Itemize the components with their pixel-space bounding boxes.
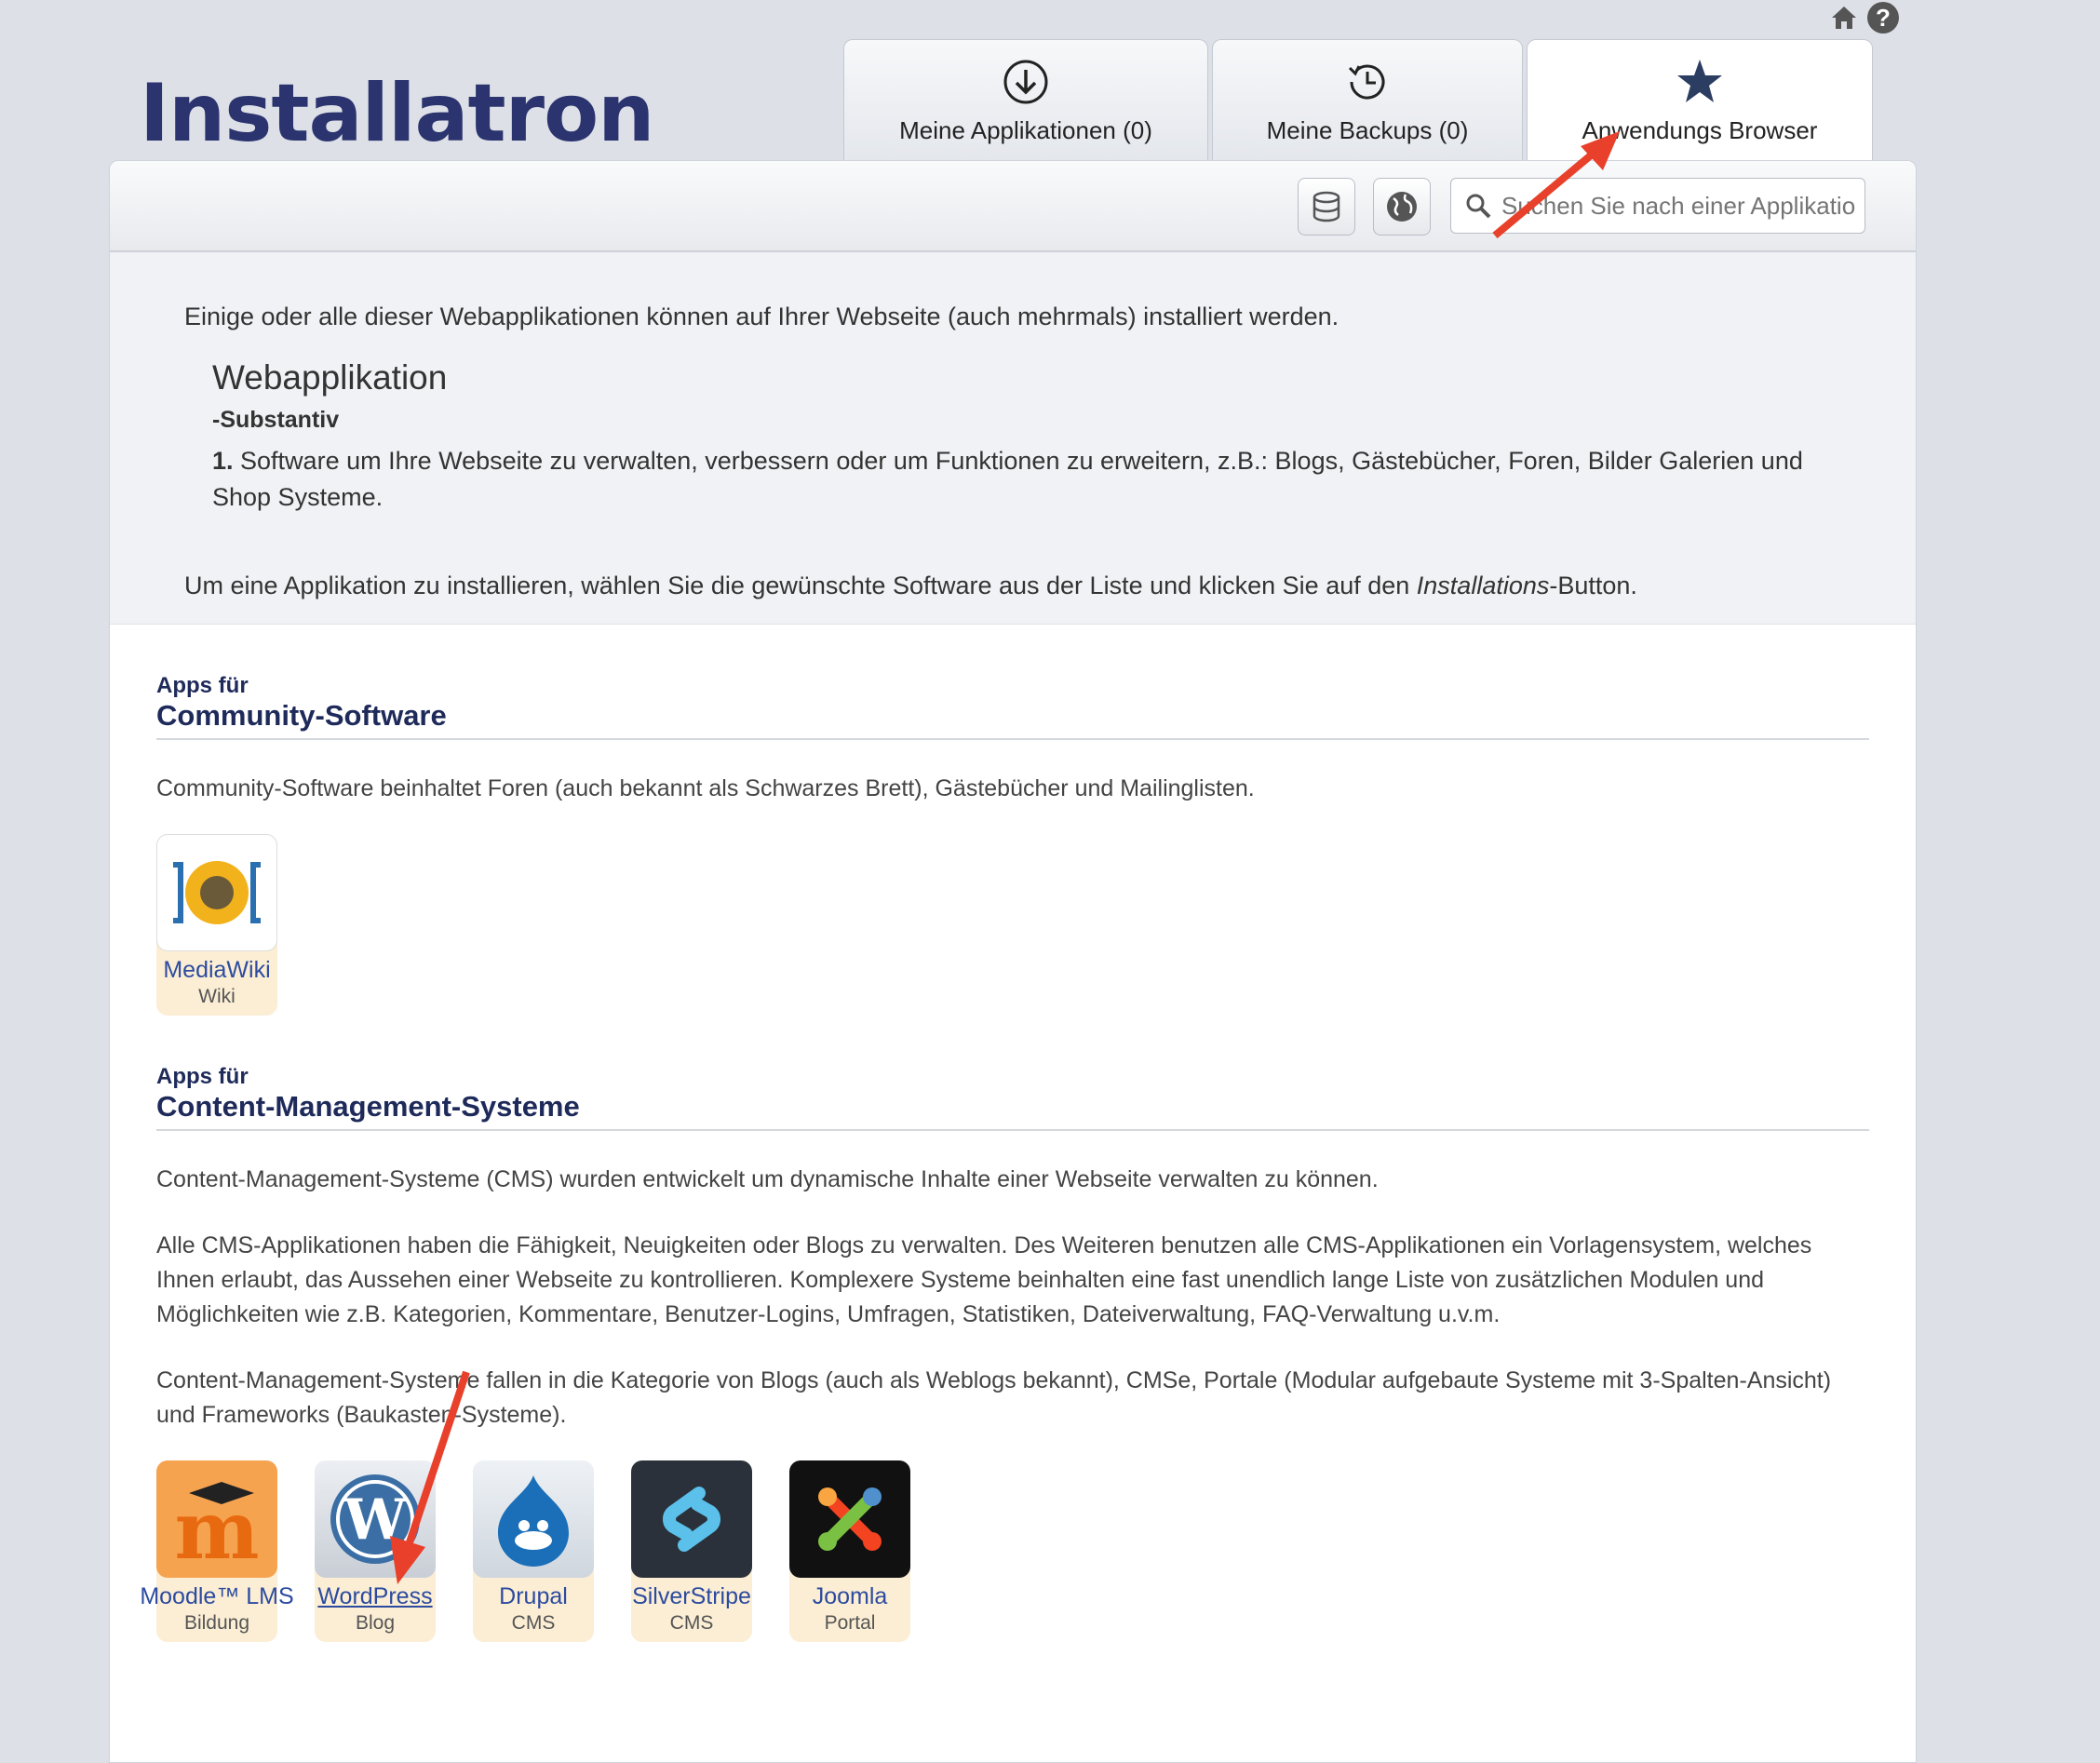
installatron-logo: Installatron bbox=[140, 67, 654, 160]
main-panel: Einige oder alle dieser Webapplikationen… bbox=[109, 160, 1917, 1763]
community-section: Apps für Community-Software Community-So… bbox=[140, 673, 1869, 1642]
definition-meaning: 1. Software um Ihre Webseite zu verwalte… bbox=[212, 443, 1841, 516]
app-mediawiki[interactable]: MediaWiki Wiki bbox=[156, 834, 277, 1016]
section-prefix: Apps für bbox=[156, 1064, 249, 1089]
database-filter-button[interactable] bbox=[1298, 178, 1355, 236]
app-category: CMS bbox=[511, 1612, 556, 1634]
app-drupal[interactable]: Drupal CMS bbox=[473, 1460, 594, 1642]
silverstripe-icon bbox=[631, 1460, 752, 1578]
globe-icon bbox=[1387, 192, 1417, 222]
section-description: Content-Management-Systeme fallen in die… bbox=[156, 1367, 1832, 1428]
section-header: Apps für Content-Management-Systeme bbox=[156, 1064, 1869, 1131]
app-list: MediaWiki Wiki bbox=[156, 834, 1869, 1016]
app-name[interactable]: Joomla bbox=[813, 1583, 888, 1610]
home-icon[interactable] bbox=[1828, 2, 1860, 34]
definition-number: 1. bbox=[212, 447, 234, 475]
globe-filter-button[interactable] bbox=[1373, 178, 1431, 236]
tab-label: Meine Applikationen (0) bbox=[899, 116, 1152, 144]
app-category: Bildung bbox=[183, 1612, 250, 1634]
section-description: Community-Software beinhaltet Foren (auc… bbox=[156, 775, 1255, 801]
moodle-icon: m bbox=[156, 1460, 277, 1578]
app-name[interactable]: SilverStripe bbox=[632, 1583, 751, 1610]
main-tabs: Meine Applikationen (0) Meine Backups (0… bbox=[843, 39, 1877, 160]
tab-label: Meine Backups (0) bbox=[1266, 116, 1469, 144]
definition: Webapplikation -Substantiv 1. Software u… bbox=[212, 358, 1841, 516]
install-instructions: Um eine Applikation zu installieren, wäh… bbox=[184, 568, 1841, 603]
app-moodle[interactable]: m Moodle™ LMS Bildung bbox=[140, 1460, 294, 1642]
joomla-icon bbox=[789, 1460, 910, 1578]
section-prefix: Apps für bbox=[156, 673, 249, 698]
section-description: Alle CMS-Applikationen haben die Fähigke… bbox=[156, 1232, 1812, 1327]
section-title: Community-Software bbox=[156, 699, 1869, 740]
wordpress-icon: W bbox=[315, 1460, 436, 1578]
definition-word: Webapplikation bbox=[212, 358, 448, 397]
search-box[interactable] bbox=[1450, 178, 1865, 234]
app-category: Wiki bbox=[198, 986, 236, 1007]
search-icon bbox=[1466, 194, 1491, 219]
svg-text:W: W bbox=[343, 1487, 408, 1553]
top-icons: ? bbox=[1828, 2, 1899, 34]
app-category: Portal bbox=[824, 1612, 876, 1634]
app-joomla[interactable]: Joomla Portal bbox=[789, 1460, 910, 1642]
app-list: m Moodle™ LMS Bildung W WordPress Blog D… bbox=[140, 1460, 1869, 1642]
app-category: Blog bbox=[355, 1612, 396, 1634]
help-icon[interactable]: ? bbox=[1867, 2, 1899, 34]
svg-text:m: m bbox=[175, 1484, 260, 1566]
app-name[interactable]: Drupal bbox=[499, 1583, 568, 1610]
database-icon bbox=[1312, 191, 1340, 222]
definition-pos: -Substantiv bbox=[212, 407, 340, 433]
intro-text: Einige oder alle dieser Webapplikationen… bbox=[184, 303, 1339, 330]
star-icon bbox=[1677, 60, 1722, 102]
download-icon bbox=[1003, 60, 1048, 104]
intro-section: Einige oder alle dieser Webapplikationen… bbox=[110, 252, 1916, 625]
toolbar bbox=[110, 161, 1916, 252]
section-description: Content-Management-Systeme (CMS) wurden … bbox=[156, 1166, 1379, 1192]
app-wordpress[interactable]: W WordPress Blog bbox=[315, 1460, 436, 1642]
instructions-text-end: -Button. bbox=[1549, 572, 1637, 599]
app-category: CMS bbox=[669, 1612, 714, 1634]
app-name[interactable]: Moodle™ LMS bbox=[140, 1583, 293, 1610]
tab-application-browser[interactable]: Anwendungs Browser bbox=[1527, 39, 1873, 160]
section-header: Apps für Community-Software bbox=[156, 673, 1869, 740]
search-input[interactable] bbox=[1500, 190, 1857, 222]
history-icon bbox=[1348, 64, 1385, 100]
tab-my-applications[interactable]: Meine Applikationen (0) bbox=[843, 39, 1208, 160]
definition-text: Software um Ihre Webseite zu verwalten, … bbox=[212, 447, 1803, 511]
instructions-emphasis: Installations bbox=[1416, 572, 1550, 599]
tab-label: Anwendungs Browser bbox=[1582, 116, 1818, 144]
app-name[interactable]: MediaWiki bbox=[163, 957, 270, 984]
app-name[interactable]: WordPress bbox=[317, 1583, 432, 1610]
mediawiki-icon bbox=[156, 834, 277, 951]
tab-my-backups[interactable]: Meine Backups (0) bbox=[1212, 39, 1523, 160]
section-title: Content-Management-Systeme bbox=[156, 1090, 1869, 1131]
drupal-icon bbox=[473, 1460, 594, 1578]
app-silverstripe[interactable]: SilverStripe CMS bbox=[631, 1460, 752, 1642]
instructions-text: Um eine Applikation zu installieren, wäh… bbox=[184, 572, 1417, 599]
